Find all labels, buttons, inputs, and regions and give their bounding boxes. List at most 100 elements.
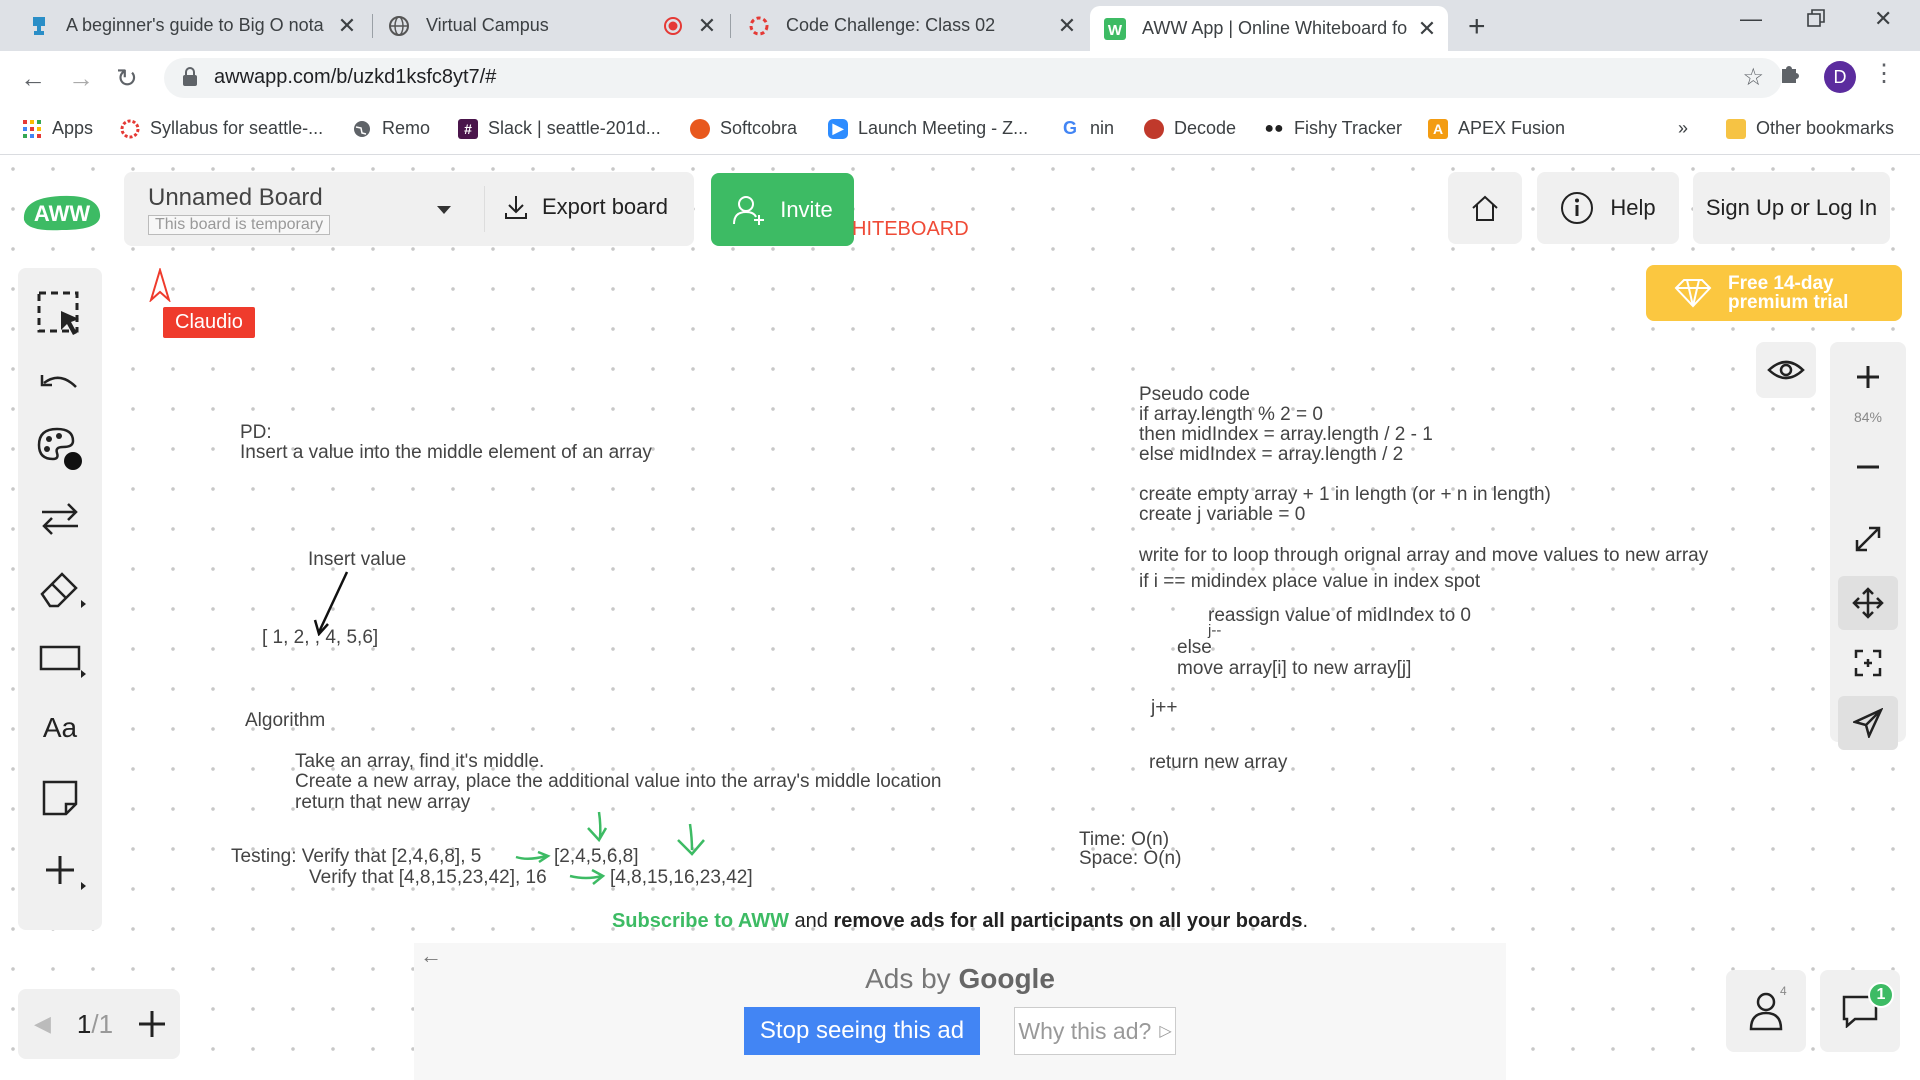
view-mode-button[interactable] <box>1756 342 1816 398</box>
green-arrows-icon <box>515 811 705 885</box>
zoom-level: 84% <box>1853 409 1883 425</box>
trophy-icon <box>28 15 50 37</box>
pan-tool-button[interactable] <box>1838 576 1898 630</box>
tab-aww-app[interactable]: W AWW App | Online Whiteboard fo ✕ <box>1090 6 1448 51</box>
bookmark-apps[interactable]: Apps <box>22 118 93 139</box>
bookmark-other[interactable]: Other bookmarks <box>1726 118 1894 139</box>
bookmark-decode[interactable]: Decode <box>1144 118 1236 139</box>
help-button[interactable]: Help <box>1537 172 1679 244</box>
subscribe-remove-ads: remove ads for all participants on all y… <box>833 910 1303 932</box>
reassign-step: reassign value of midIndex to 0 <box>1208 605 1471 626</box>
chevron-down-icon[interactable] <box>436 202 452 220</box>
minimize-icon[interactable]: — <box>1740 6 1762 32</box>
sticky-note-icon <box>40 778 80 818</box>
diamond-icon <box>1674 278 1712 308</box>
omnibox[interactable]: awwapp.com/b/uzkd1ksfc8yt7/# ☆ <box>164 58 1782 98</box>
sign-up-login-button[interactable]: Sign Up or Log In <box>1693 172 1890 244</box>
chat-button[interactable]: 1 <box>1820 970 1900 1052</box>
invite-button[interactable]: Invite <box>711 173 854 246</box>
subscribe-link[interactable]: Subscribe to AWW <box>612 910 789 932</box>
laser-pointer-button[interactable] <box>1838 696 1898 750</box>
why-this-ad-button[interactable]: Why this ad? ▷ <box>1014 1007 1176 1055</box>
close-icon[interactable]: ✕ <box>1054 13 1080 39</box>
back-icon[interactable]: ← <box>20 63 46 94</box>
browser-menu-icon[interactable]: ⋮ <box>1872 59 1896 88</box>
close-icon[interactable]: ✕ <box>1414 16 1440 42</box>
fullscreen-button[interactable] <box>1838 512 1898 566</box>
undo-button[interactable] <box>18 354 102 414</box>
swap-tool-button[interactable] <box>18 488 102 548</box>
aww-logo[interactable]: AWW <box>20 190 102 239</box>
bookmark-slack[interactable]: # Slack | seattle-201d... <box>458 118 661 139</box>
whiteboard-canvas[interactable] <box>0 155 1920 1080</box>
zoom-in-button[interactable] <box>1838 350 1898 404</box>
profile-avatar[interactable]: D <box>1824 61 1856 93</box>
pseudo-line: then midIndex = array.length / 2 - 1 <box>1139 424 1433 445</box>
select-tool-button[interactable] <box>18 284 102 344</box>
help-label: Help <box>1610 195 1656 220</box>
bookmark-nin[interactable]: G nin <box>1060 118 1114 139</box>
create-array-step: create empty array + 1 in length (or + n… <box>1139 484 1551 505</box>
bookmark-remo[interactable]: Remo <box>352 118 430 139</box>
more-bookmarks-chevron[interactable]: » <box>1678 118 1688 139</box>
move-step: move array[i] to new array[j] <box>1177 658 1412 679</box>
url-text[interactable]: awwapp.com/b/uzkd1ksfc8yt7/# <box>214 66 496 89</box>
loading-spinner-icon <box>748 15 770 37</box>
close-icon[interactable]: ✕ <box>334 13 360 39</box>
zoom-out-button[interactable] <box>1838 440 1898 494</box>
tab-virtual-campus[interactable]: Virtual Campus ✕ <box>374 0 728 51</box>
close-icon[interactable]: ✕ <box>694 13 720 39</box>
remote-cursor-label: Claudio <box>163 307 255 338</box>
restore-icon[interactable] <box>1806 8 1826 34</box>
tab-title: AWW App | Online Whiteboard fo <box>1142 18 1408 38</box>
tab-divider <box>372 14 373 38</box>
more-tools-button[interactable] <box>18 840 102 900</box>
add-page-icon[interactable] <box>137 1009 167 1039</box>
sticky-note-tool-button[interactable] <box>18 768 102 828</box>
invite-label: Invite <box>780 196 833 222</box>
submenu-indicator-icon <box>81 670 86 678</box>
ads-by-google: Ads by Google <box>414 963 1506 995</box>
trial-line-1: Free 14-day <box>1728 273 1834 294</box>
forward-icon[interactable]: → <box>68 63 94 94</box>
shape-tool-button[interactable] <box>18 628 102 688</box>
bookmark-label: Slack | seattle-201d... <box>488 118 661 138</box>
participants-button[interactable]: 4 <box>1726 970 1806 1052</box>
bookmark-label: Remo <box>382 118 431 138</box>
new-tab-button[interactable]: + <box>1468 10 1486 44</box>
tab-code-challenge[interactable]: Code Challenge: Class 02 ✕ <box>734 0 1088 51</box>
focus-icon <box>1853 648 1883 678</box>
bookmark-zoom[interactable]: ▶ Launch Meeting - Z... <box>828 118 1028 139</box>
submenu-indicator-icon <box>81 882 86 890</box>
text-tool-button[interactable]: Aa <box>18 698 102 758</box>
stop-seeing-ad-button[interactable]: Stop seeing this ad <box>744 1007 980 1055</box>
window-close-icon[interactable]: ✕ <box>1874 6 1892 32</box>
reload-icon[interactable]: ↻ <box>116 63 138 94</box>
bookmark-fishy-tracker[interactable]: ●● Fishy Tracker <box>1264 118 1402 139</box>
color-picker-button[interactable] <box>18 418 102 478</box>
extensions-puzzle-icon[interactable] <box>1778 61 1802 92</box>
testing-line-1: Testing: Verify that [2,4,6,8], 5 <box>231 846 482 867</box>
recording-icon <box>662 15 684 37</box>
bookmark-syllabus[interactable]: Syllabus for seattle-... <box>120 118 323 139</box>
export-board-button[interactable]: Export board <box>504 194 668 220</box>
bookmark-apex-fusion[interactable]: A APEX Fusion <box>1428 118 1565 139</box>
plus-icon <box>42 852 78 888</box>
fit-to-screen-button[interactable] <box>1838 636 1898 690</box>
premium-trial-button[interactable]: Free 14-day premium trial <box>1646 265 1902 321</box>
eraser-tool-button[interactable] <box>18 558 102 618</box>
select-icon <box>35 289 85 339</box>
plus-icon <box>1855 364 1881 390</box>
browser-tab-strip: A beginner's guide to Big O nota ✕ Virtu… <box>0 0 1920 51</box>
board-name[interactable]: Unnamed Board <box>148 184 323 212</box>
index-check-step: if i == midindex place value in index sp… <box>1139 571 1481 592</box>
tab-big-o[interactable]: A beginner's guide to Big O nota ✕ <box>14 0 368 51</box>
bookmark-softcobra[interactable]: Softcobra <box>690 118 797 139</box>
bookmark-star-icon[interactable]: ☆ <box>1742 63 1764 92</box>
home-button[interactable] <box>1448 172 1522 244</box>
google-wordmark: Google <box>958 963 1055 994</box>
trial-text: Free 14-day premium trial <box>1728 274 1848 312</box>
prev-page-icon[interactable]: ◀ <box>34 1011 51 1037</box>
current-page: 1 <box>76 1008 92 1039</box>
else-keyword: else <box>1177 637 1212 658</box>
